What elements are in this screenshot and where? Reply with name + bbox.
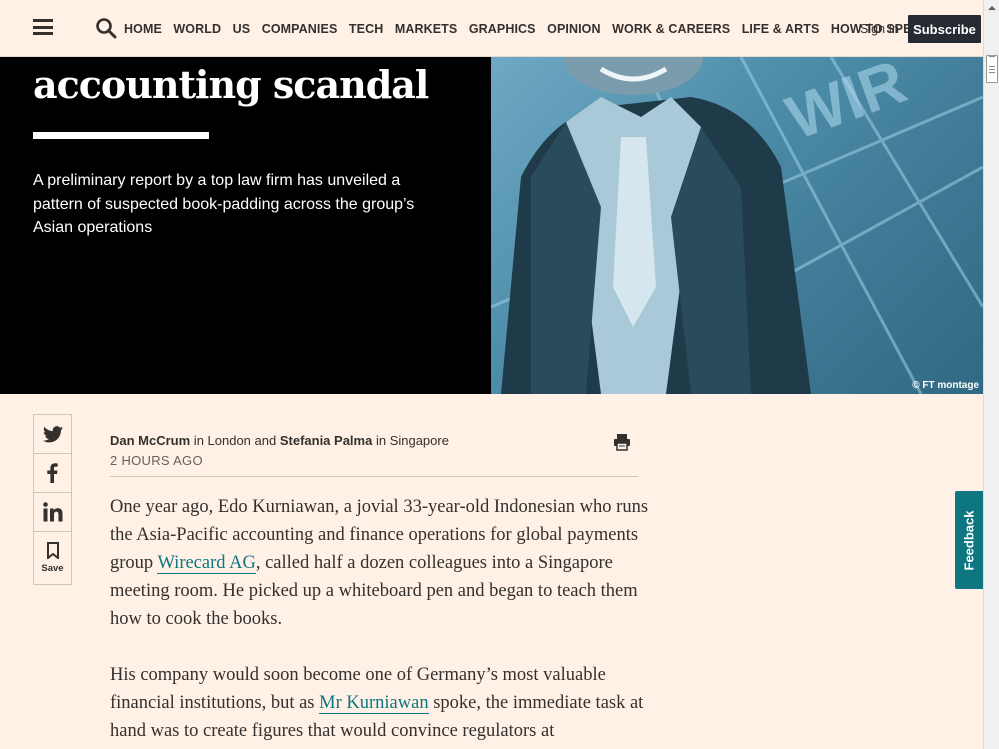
twitter-icon [42,425,63,442]
byline-in-text: in [372,433,390,448]
save-label: Save [41,563,64,574]
nav-item-opinion[interactable]: OPINION [547,22,600,36]
nav-item-graphics[interactable]: GRAPHICS [469,22,536,36]
facebook-icon [47,463,58,483]
hero-photo-illustration: WIR [491,57,983,394]
article-headline: accounting scandal [33,62,429,107]
article-body: One year ago, Edo Kurniawan, a jovial 33… [110,493,650,749]
share-linkedin-button[interactable] [34,493,71,532]
article-standfirst: A preliminary report by a top law firm h… [33,172,415,236]
page-scrollbar[interactable] [983,0,999,749]
scrollbar-thumb[interactable] [986,55,998,83]
bookmark-icon [46,542,59,559]
nav-item-world[interactable]: WORLD [173,22,221,36]
nav-item-home[interactable]: HOME [124,22,162,36]
article-paragraph: His company would soon become one of Ger… [110,661,650,745]
kurniawan-link[interactable]: Mr Kurniawan [319,693,429,714]
byline-in-text: in [190,433,208,448]
byline: Dan McCrum in London and Stefania Palma … [110,433,449,448]
search-icon[interactable] [95,17,117,39]
menu-icon[interactable] [33,19,53,35]
sign-in-link[interactable]: Sign In [860,22,899,36]
nav-item-life-arts[interactable]: LIFE & ARTS [742,22,820,36]
publish-timestamp: 2 HOURS AGO [110,453,203,468]
share-toolbar: Save [33,414,72,585]
feedback-tab[interactable]: Feedback [955,491,983,589]
feedback-label: Feedback [961,510,977,570]
site-header: HOME WORLD US COMPANIES TECH MARKETS GRA… [0,0,983,57]
linkedin-icon [42,502,62,522]
main-nav: HOME WORLD US COMPANIES TECH MARKETS GRA… [124,22,956,36]
nav-item-tech[interactable]: TECH [349,22,383,36]
share-twitter-button[interactable] [34,415,71,454]
save-article-button[interactable]: Save [34,532,71,584]
wirecard-link[interactable]: Wirecard AG [157,553,256,574]
article-paragraph: One year ago, Edo Kurniawan, a jovial 33… [110,493,650,633]
subscribe-button[interactable]: Subscribe [908,15,981,43]
author-location: Singapore [389,433,449,448]
nav-item-companies[interactable]: COMPANIES [262,22,338,36]
image-credit: © FT montage [912,380,979,391]
svg-text:WIR: WIR [778,57,915,153]
nav-item-markets[interactable]: MARKETS [395,22,458,36]
article-hero: accounting scandal A preliminary report … [0,57,983,394]
author-link[interactable]: Stefania Palma [280,433,373,448]
author-location: London [207,433,251,448]
author-link[interactable]: Dan McCrum [110,433,190,448]
scroll-up-arrow-icon[interactable] [984,0,999,16]
nav-item-work-careers[interactable]: WORK & CAREERS [612,22,730,36]
print-icon[interactable] [613,433,631,451]
share-facebook-button[interactable] [34,454,71,493]
hero-photo: WIR © FT montage [491,57,983,394]
byline-divider [110,476,638,477]
byline-and-text: and [250,433,280,448]
headline-rule [33,132,209,139]
nav-item-us[interactable]: US [233,22,251,36]
